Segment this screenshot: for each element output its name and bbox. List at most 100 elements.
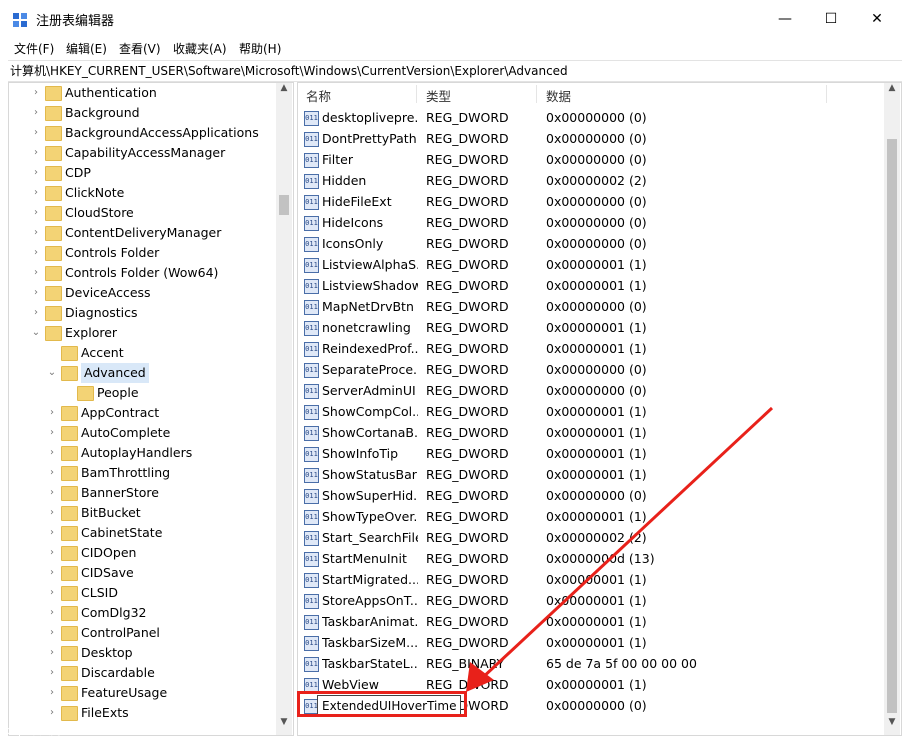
chevron-right-icon[interactable]: ›	[47, 663, 57, 683]
value-row[interactable]: 011 DontPrettyPath REG_DWORD 0x00000000 (0)	[298, 128, 884, 149]
tree-item[interactable]: › BannerStore	[9, 483, 275, 503]
chevron-right-icon[interactable]: ›	[47, 423, 57, 443]
value-row[interactable]: 011 SeparateProce... REG_DWORD 0x00000000 (…	[298, 359, 884, 380]
tree-item[interactable]: › AutoplayHandlers	[9, 443, 275, 463]
menu-file[interactable]: 文件(F)	[14, 40, 54, 57]
tree-item[interactable]: › BitBucket	[9, 503, 275, 523]
tree-item[interactable]: › ClickNote	[9, 183, 275, 203]
tree-item[interactable]: › CloudStore	[9, 203, 275, 223]
tree-item[interactable]: › Diagnostics	[9, 303, 275, 323]
chevron-right-icon[interactable]: ›	[47, 503, 57, 523]
tree-item[interactable]: › Controls Folder (Wow64)	[9, 263, 275, 283]
tree-item[interactable]: › CIDSave	[9, 563, 275, 583]
value-row[interactable]: 011 ListviewAlphaS... REG_DWORD 0x00000001 …	[298, 254, 884, 275]
column-name[interactable]: 名称	[306, 86, 331, 105]
value-row[interactable]: 011 TaskbarAnimat... REG_DWORD 0x00000001 (…	[298, 611, 884, 632]
values-scroll-thumb[interactable]	[887, 139, 897, 713]
address-bar[interactable]: 计算机\HKEY_CURRENT_USER\Software\Microsoft…	[8, 60, 902, 82]
column-separator[interactable]	[416, 85, 417, 103]
tree-item[interactable]: › ComDlg32	[9, 603, 275, 623]
scroll-down-icon[interactable]: ▼	[884, 717, 900, 731]
value-row[interactable]: 011 ShowCortanaB... REG_DWORD 0x00000001 (1…	[298, 422, 884, 443]
chevron-right-icon[interactable]: ›	[47, 563, 57, 583]
column-separator[interactable]	[536, 85, 537, 103]
chevron-right-icon[interactable]: ›	[47, 463, 57, 483]
tree-item[interactable]: › AutoComplete	[9, 423, 275, 443]
chevron-right-icon[interactable]: ›	[31, 243, 41, 263]
chevron-right-icon[interactable]: ›	[47, 603, 57, 623]
tree-item[interactable]: Accent	[9, 343, 275, 363]
value-row[interactable]: 011 IconsOnly REG_DWORD 0x00000000 (0)	[298, 233, 884, 254]
tree-item[interactable]: › AppContract	[9, 403, 275, 423]
value-row[interactable]: 011 ShowTypeOver... REG_DWORD 0x00000001 (1…	[298, 506, 884, 527]
value-row[interactable]: 011 Filter REG_DWORD 0x00000000 (0)	[298, 149, 884, 170]
tree-item[interactable]: › BackgroundAccessApplications	[9, 123, 275, 143]
minimize-button[interactable]: —	[762, 0, 808, 38]
value-row[interactable]: 011 ReindexedProf... REG_DWORD 0x00000001 (…	[298, 338, 884, 359]
chevron-right-icon[interactable]: ›	[31, 203, 41, 223]
value-row[interactable]: 011 ShowStatusBar REG_DWORD 0x00000001 (1)	[298, 464, 884, 485]
tree-item[interactable]: › Controls Folder	[9, 243, 275, 263]
chevron-right-icon[interactable]: ›	[47, 703, 57, 723]
chevron-right-icon[interactable]: ›	[31, 83, 41, 103]
tree-item[interactable]: › Desktop	[9, 643, 275, 663]
scroll-up-icon[interactable]: ▲	[276, 83, 292, 97]
tree-item[interactable]: › Background	[9, 103, 275, 123]
value-row[interactable]: 011 MapNetDrvBtn REG_DWORD 0x00000000 (0)	[298, 296, 884, 317]
scroll-down-icon[interactable]: ▼	[276, 717, 292, 731]
value-row[interactable]: 011 ShowSuperHid... REG_DWORD 0x00000000 (0…	[298, 485, 884, 506]
tree-item[interactable]: › CapabilityAccessManager	[9, 143, 275, 163]
value-row[interactable]: 011 Hidden REG_DWORD 0x00000002 (2)	[298, 170, 884, 191]
value-row[interactable]: 011 desktoplivepre... REG_DWORD 0x00000000 …	[298, 107, 884, 128]
tree-item[interactable]: › FileExts	[9, 703, 275, 723]
tree-item[interactable]: ⌄ Advanced	[9, 363, 275, 383]
value-row[interactable]: 011 nonetcrawling REG_DWORD 0x00000001 (1)	[298, 317, 884, 338]
tree-item[interactable]: › Discardable	[9, 663, 275, 683]
value-row[interactable]: 011 HideFileExt REG_DWORD 0x00000000 (0)	[298, 191, 884, 212]
chevron-right-icon[interactable]: ›	[47, 443, 57, 463]
tree-scroll-thumb[interactable]	[279, 195, 289, 215]
value-row[interactable]: 011 StartMenuInit REG_DWORD 0x0000000d (13)	[298, 548, 884, 569]
menu-favorites[interactable]: 收藏夹(A)	[173, 40, 227, 57]
chevron-right-icon[interactable]: ›	[31, 163, 41, 183]
column-type[interactable]: 类型	[426, 86, 451, 105]
tree-item[interactable]: › CLSID	[9, 583, 275, 603]
close-button[interactable]: ✕	[854, 0, 900, 38]
chevron-right-icon[interactable]: ›	[47, 403, 57, 423]
value-row[interactable]: 011 TaskbarStateL... REG_BINARY 65 de 7a 5f…	[298, 653, 884, 674]
maximize-button[interactable]: ☐	[808, 0, 854, 38]
tree-item[interactable]: › CIDOpen	[9, 543, 275, 563]
value-row[interactable]: 011 ShowCompCol... REG_DWORD 0x00000001 (1)	[298, 401, 884, 422]
tree-item[interactable]: › ControlPanel	[9, 623, 275, 643]
chevron-right-icon[interactable]: ›	[47, 583, 57, 603]
value-row[interactable]: 011 ServerAdminUI REG_DWORD 0x00000000 (0)	[298, 380, 884, 401]
chevron-down-icon[interactable]: ⌄	[47, 363, 57, 383]
chevron-right-icon[interactable]: ›	[47, 623, 57, 643]
tree-item[interactable]: › DeviceAccess	[9, 283, 275, 303]
chevron-right-icon[interactable]: ›	[31, 143, 41, 163]
tree-item[interactable]: People	[9, 383, 275, 403]
value-row[interactable]: 011 ShowInfoTip REG_DWORD 0x00000001 (1)	[298, 443, 884, 464]
tree-item[interactable]: › Authentication	[9, 83, 275, 103]
chevron-right-icon[interactable]: ›	[31, 223, 41, 243]
tree-item[interactable]: › CabinetState	[9, 523, 275, 543]
tree-item[interactable]: › CDP	[9, 163, 275, 183]
tree-item[interactable]: › ContentDeliveryManager	[9, 223, 275, 243]
chevron-right-icon[interactable]: ›	[47, 483, 57, 503]
value-row[interactable]: 011 ListviewShadow REG_DWORD 0x00000001 (1)	[298, 275, 884, 296]
column-data[interactable]: 数据	[546, 86, 571, 105]
value-row[interactable]: 011 StoreAppsOnT... REG_DWORD 0x00000001 (1…	[298, 590, 884, 611]
chevron-right-icon[interactable]: ›	[47, 523, 57, 543]
chevron-right-icon[interactable]: ›	[31, 103, 41, 123]
scroll-up-icon[interactable]: ▲	[884, 83, 900, 97]
chevron-right-icon[interactable]: ›	[47, 643, 57, 663]
chevron-right-icon[interactable]: ›	[31, 263, 41, 283]
tree-item[interactable]: ⌄ Explorer	[9, 323, 275, 343]
column-separator[interactable]	[826, 85, 827, 103]
menu-edit[interactable]: 编辑(E)	[66, 40, 107, 57]
chevron-right-icon[interactable]: ›	[31, 303, 41, 323]
chevron-right-icon[interactable]: ›	[47, 683, 57, 703]
menu-help[interactable]: 帮助(H)	[239, 40, 281, 57]
value-row[interactable]: 011 HideIcons REG_DWORD 0x00000000 (0)	[298, 212, 884, 233]
chevron-right-icon[interactable]: ›	[47, 543, 57, 563]
